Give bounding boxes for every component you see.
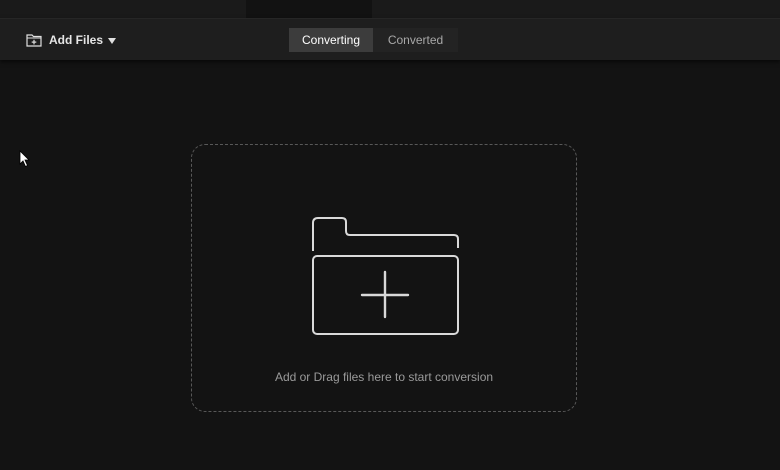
view-tabs: Converting Converted (289, 28, 458, 52)
app-window: Add Files Converting Converted Add or Dr… (0, 0, 780, 470)
drop-zone-hint: Add or Drag files here to start conversi… (274, 370, 494, 384)
tab-converted[interactable]: Converted (373, 28, 458, 52)
title-strip-tab[interactable] (246, 0, 372, 18)
caret-down-icon[interactable] (106, 34, 118, 46)
folder-add-icon[interactable] (309, 216, 461, 338)
toolbar: Add Files Converting Converted (0, 18, 780, 60)
drop-zone[interactable]: Add or Drag files here to start conversi… (191, 144, 577, 412)
add-files-label: Add Files (49, 33, 104, 47)
add-files-button[interactable]: Add Files (26, 30, 103, 50)
folder-plus-icon (26, 33, 42, 47)
title-strip (0, 0, 780, 18)
mouse-cursor-icon (19, 150, 31, 168)
tab-converting[interactable]: Converting (289, 28, 373, 52)
